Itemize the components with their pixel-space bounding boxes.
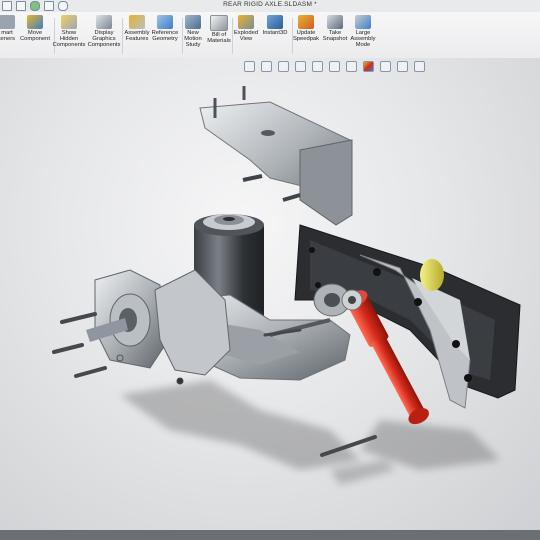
view-orientation-icon[interactable] [312, 60, 323, 72]
bill-of-materials-icon [210, 15, 228, 31]
ribbon-button-label: Update Speedpak [292, 30, 320, 43]
ribbon-button-label: Move Component [20, 30, 50, 43]
monitor-icon[interactable] [414, 60, 425, 72]
display-graphics-icon [96, 15, 112, 29]
ribbon-button-label: Reference Geometry [151, 30, 179, 43]
ribbon-button-label: New Motion Study [184, 30, 202, 49]
ribbon-button-label: Assembly Features [124, 30, 150, 43]
edit-appearance-icon[interactable] [363, 60, 374, 72]
command-manager-ribbon: mart teners Move Component Show Hidden C… [0, 12, 540, 59]
take-snapshot-button[interactable]: Take Snapshot [320, 15, 350, 57]
reference-geometry-button[interactable]: Reference Geometry [150, 15, 180, 57]
zoom-to-fit-icon[interactable] [244, 60, 255, 72]
previous-view-icon[interactable] [278, 60, 289, 72]
status-bar [0, 530, 540, 540]
display-graphics-components-button[interactable]: Display Graphics Components [88, 15, 120, 57]
assembly-features-button[interactable]: Assembly Features [122, 15, 152, 57]
apply-scene-icon[interactable] [380, 60, 391, 72]
snapshot-icon [327, 15, 343, 29]
display-style-icon[interactable] [329, 60, 340, 72]
ribbon-button-label: mart teners [0, 30, 16, 43]
new-motion-study-button[interactable]: New Motion Study [180, 15, 206, 57]
update-speedpak-button[interactable]: Update Speedpak [292, 15, 320, 57]
hide-show-items-icon[interactable] [346, 60, 357, 72]
move-component-button[interactable]: Move Component [20, 15, 50, 57]
move-component-icon [27, 15, 43, 29]
graphics-viewport[interactable] [0, 58, 540, 530]
ribbon-button-label: Bill of Materials [207, 32, 231, 45]
upper-mount-bracket [199, 86, 353, 226]
show-hidden-icon [61, 15, 77, 29]
section-view-icon[interactable] [295, 60, 306, 72]
motion-study-icon [185, 15, 201, 29]
view-settings-icon[interactable] [397, 60, 408, 72]
ribbon-button-label: Large Assembly Mode [350, 30, 376, 49]
instant3d-button[interactable]: Instant3D [260, 15, 290, 57]
ground-shadow [120, 380, 500, 485]
assembly-features-icon [129, 15, 145, 29]
zoom-area-icon[interactable] [261, 60, 272, 72]
heads-up-view-toolbar [244, 60, 425, 72]
ribbon-button-label: Take Snapshot [322, 30, 348, 43]
ribbon-button-label: Exploded View [233, 30, 259, 43]
ribbon-button-label: Display Graphics Components [87, 30, 121, 49]
wheel-hub [86, 269, 231, 376]
ribbon-button-label: Instant3D [262, 30, 288, 36]
show-hidden-components-button[interactable]: Show Hidden Components [52, 15, 86, 57]
ribbon-button-label: Show Hidden Components [52, 30, 86, 49]
exploded-view-button[interactable]: Exploded View [232, 15, 260, 57]
smart-fasteners-button[interactable]: mart teners [0, 15, 18, 57]
bill-of-materials-button[interactable]: Bill of Materials [206, 15, 232, 57]
document-title: REAR RIGID AXLE.SLDASM * [223, 1, 317, 8]
smart-fasteners-icon [0, 15, 15, 29]
reference-geometry-icon [157, 15, 173, 29]
assembly-model [52, 86, 521, 485]
large-assembly-icon [355, 15, 371, 29]
large-assembly-mode-button[interactable]: Large Assembly Mode [348, 15, 378, 57]
instant3d-icon [267, 15, 283, 29]
speedpak-icon [298, 15, 314, 29]
exploded-view-icon [238, 15, 254, 29]
